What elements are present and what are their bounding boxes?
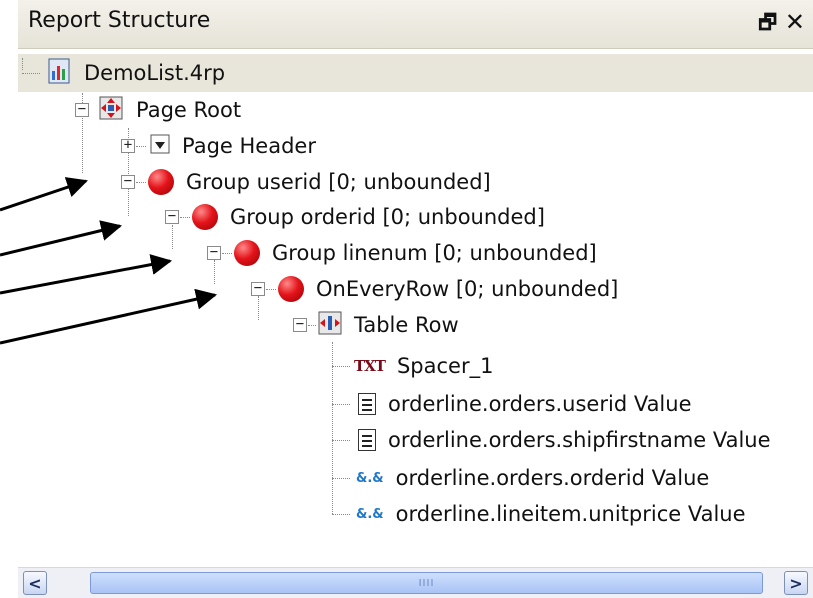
- trigger-ball-icon: [234, 240, 260, 266]
- tree-node-table-row[interactable]: Table Row: [318, 308, 459, 342]
- tree-node-label: DemoList.4rp: [84, 61, 226, 85]
- tree-connector: [258, 296, 259, 320]
- panel-title: Report Structure: [28, 8, 211, 33]
- tree-connector: [332, 478, 350, 479]
- tree-connector: [222, 253, 232, 254]
- scrollbar-grip: IIII: [418, 578, 435, 589]
- numeric-value-icon: &.&: [356, 470, 384, 486]
- numeric-value-icon: &.&: [356, 506, 384, 522]
- tree-node-label: Page Root: [136, 98, 242, 122]
- scroll-left-arrow[interactable]: <: [23, 571, 47, 595]
- tree-node-label: orderline.lineitem.unitprice Value: [395, 502, 746, 526]
- tree-connector: [180, 217, 190, 218]
- tree-node-field-orderid[interactable]: &.& orderline.orders.orderid Value: [356, 461, 709, 495]
- tree-node-label: orderline.orders.shipfirstname Value: [388, 428, 771, 452]
- tree-node-field-unitprice[interactable]: &.& orderline.lineitem.unitprice Value: [356, 497, 746, 531]
- tree-connector: [332, 404, 350, 405]
- tree-node-group-orderid[interactable]: Group orderid [0; unbounded]: [192, 200, 545, 234]
- tree-node-label: Group linenum [0; unbounded]: [272, 241, 597, 265]
- trigger-ball-icon: [278, 276, 304, 302]
- collapse-toggle[interactable]: −: [207, 245, 221, 260]
- tree-node-page-header[interactable]: Page Header: [150, 129, 316, 163]
- tree-node-on-every-row[interactable]: OnEveryRow [0; unbounded]: [278, 272, 618, 306]
- tree-node-label: Group orderid [0; unbounded]: [230, 205, 545, 229]
- tree-connector: [332, 366, 350, 367]
- collapse-toggle[interactable]: −: [293, 317, 307, 332]
- tree-node-spacer[interactable]: TXT Spacer_1: [354, 349, 493, 383]
- tree-node-label: Page Header: [182, 134, 316, 158]
- tree-connector: [214, 260, 215, 284]
- tree-node-label: OnEveryRow [0; unbounded]: [316, 277, 619, 301]
- text-box-icon: TXT: [354, 357, 386, 375]
- tree-node-label: orderline.orders.userid Value: [388, 392, 692, 416]
- expand-toggle[interactable]: +: [121, 138, 135, 153]
- tree-node-group-linenum[interactable]: Group linenum [0; unbounded]: [234, 236, 597, 270]
- tree-node-field-userid[interactable]: orderline.orders.userid Value: [358, 387, 692, 421]
- report-structure-panel: Report Structure 🗗 ✕ DemoList.4rp − Page…: [18, 0, 813, 598]
- table-row-icon: [318, 311, 342, 339]
- horizontal-scrollbar[interactable]: < IIII >: [18, 567, 813, 598]
- tree-connector: [172, 225, 173, 249]
- tree-connector: [136, 182, 146, 183]
- trigger-ball-icon: [148, 169, 174, 195]
- tree-node-label: Group userid [0; unbounded]: [186, 170, 491, 194]
- close-icon[interactable]: ✕: [785, 9, 805, 35]
- tree-connector: [22, 58, 23, 70]
- tree-connector: [266, 289, 276, 290]
- tree-connector: [332, 514, 350, 515]
- document-icon: [358, 429, 376, 451]
- scroll-right-arrow[interactable]: >: [784, 571, 808, 595]
- tree-node-group-userid[interactable]: Group userid [0; unbounded]: [148, 165, 491, 199]
- tree-connector: [332, 342, 333, 514]
- tree-node-field-shipfirstname[interactable]: orderline.orders.shipfirstname Value: [358, 423, 771, 457]
- page-root-icon: [98, 95, 124, 125]
- page-header-icon: [150, 134, 170, 158]
- trigger-ball-icon: [192, 204, 218, 230]
- tree-node-label: Spacer_1: [396, 354, 494, 378]
- collapse-toggle[interactable]: −: [121, 174, 135, 189]
- tree-node-label: orderline.orders.orderid Value: [395, 466, 710, 490]
- tree-connector: [22, 73, 40, 74]
- dock-icon[interactable]: 🗗: [758, 9, 777, 35]
- collapse-toggle[interactable]: −: [251, 281, 265, 296]
- tree-node-root[interactable]: DemoList.4rp: [48, 56, 225, 90]
- tree-connector: [136, 146, 146, 147]
- report-file-icon: [48, 58, 72, 88]
- tree-connector: [332, 440, 350, 441]
- tree-node-label: Table Row: [354, 313, 459, 337]
- collapse-toggle[interactable]: −: [165, 209, 179, 224]
- tree-connector: [308, 325, 316, 326]
- document-icon: [358, 393, 376, 415]
- panel-titlebar: Report Structure 🗗 ✕: [18, 0, 813, 49]
- collapse-toggle[interactable]: −: [75, 102, 89, 117]
- tree-node-page-root[interactable]: Page Root: [98, 93, 241, 127]
- scrollbar-thumb[interactable]: IIII: [90, 572, 763, 594]
